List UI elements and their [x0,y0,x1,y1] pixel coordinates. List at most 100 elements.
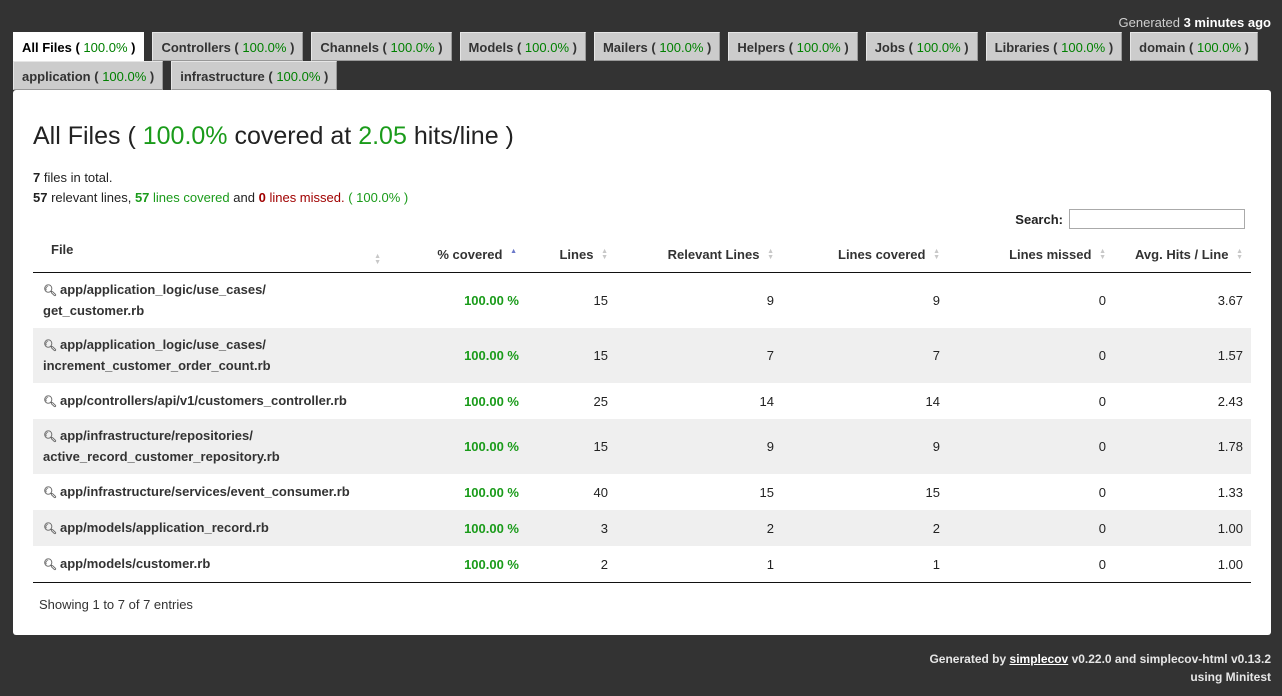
file-link[interactable]: 🔍︎ app/infrastructure/repositories/active… [43,428,280,464]
lines-covered-cell: 7 [932,348,940,363]
file-link[interactable]: 🔍︎ app/infrastructure/services/event_cons… [43,484,350,499]
footer-generated-by: Generated by [929,652,1007,666]
tab-pct: 100.0% [1196,40,1242,55]
avg-hits-cell: 3.67 [1217,293,1243,308]
file-name: increment_customer_order_count.rb [43,358,271,373]
sort-icon: ▲ ▼ [601,248,608,262]
table-body: 🔍︎ app/application_logic/use_cases/get_cu… [33,272,1251,583]
file-cell: 🔍︎ app/models/customer.rb [33,546,389,583]
tab-label: Libraries [994,40,1050,55]
generated-when: 3 minutes ago [1183,15,1271,30]
tab-mailers[interactable]: Mailers ( 100.0% ) [593,32,721,61]
col-relevant-label: Relevant Lines [667,246,760,262]
avg-hits-cell: 1.00 [1217,556,1243,572]
tab-channels[interactable]: Channels ( 100.0% ) [311,32,452,61]
tab-infrastructure[interactable]: infrastructure ( 100.0% ) [171,61,338,90]
relevant-cell: 7 [766,348,774,363]
file-path: app/models/customer.rb [60,555,211,571]
magnifier-icon: 🔍︎ [43,395,57,408]
col-header-relevant[interactable]: Relevant Lines ▲ ▼ [616,236,782,273]
tab-label: Models [468,40,514,55]
main-panel: All Files ( 100.0% covered at 2.05 hits/… [13,90,1271,635]
tab-jobs[interactable]: Jobs ( 100.0% ) [865,32,978,61]
lines-cell: 15 [593,293,608,308]
lines-cell: 15 [593,348,608,363]
table-row: 🔍︎ app/application_logic/use_cases/get_cu… [33,272,1251,329]
lines-covered-cell: 15 [925,484,940,500]
tab-pct: 100.0% [242,40,287,55]
tab-helpers[interactable]: Helpers ( 100.0% ) [728,32,858,61]
col-header-missed[interactable]: Lines missed ▲ ▼ [948,236,1114,273]
file-path: app/models/application_record.rb [60,519,269,535]
file-path: app/infrastructure/repositories/ [60,428,253,443]
group-tabs: All Files ( 100.0% ) Controllers ( 100.0%… [13,32,1263,90]
page-title: All Files ( 100.0% covered at 2.05 hits/… [33,122,514,151]
missed-cell: 0 [1098,556,1106,572]
file-link[interactable]: 🔍︎ app/models/customer.rb [43,556,210,571]
files-text: files in total. [43,170,113,185]
file-link[interactable]: 🔍︎ app/application_logic/use_cases/increm… [43,337,271,373]
missed-cell: 0 [1098,520,1106,536]
footer-versions: v0.22.0 and simplecov-html v0.13.2 [1071,652,1271,666]
tab-row-2: application ( 100.0% ) infrastructure ( 1… [13,61,1263,90]
tab-label: Controllers [161,40,231,55]
footer-using: using Minitest [1190,670,1271,684]
title-hits: 2.05 [358,122,407,150]
tab-controllers[interactable]: Controllers ( 100.0% ) [152,32,304,61]
tab-label: Helpers [737,40,786,55]
relevant-cell: 1 [766,556,774,572]
file-link[interactable]: 🔍︎ app/application_logic/use_cases/get_cu… [43,282,266,318]
file-cell: 🔍︎ app/application_logic/use_cases/get_cu… [33,273,389,329]
col-header-covered[interactable]: % covered ▲ ▼ [389,236,525,273]
col-header-file[interactable]: File ▲ ▼ [33,236,389,273]
simplecov-link[interactable]: simplecov [1010,652,1069,666]
relevant-lines-count: 57 [33,190,48,205]
footer: Generated by simplecov v0.22.0 and simpl… [929,650,1271,686]
col-covered-label: % covered [437,246,503,262]
tab-pct: 100.0% [796,40,841,55]
tab-application[interactable]: application ( 100.0% ) [13,61,164,90]
magnifier-icon: 🔍︎ [43,522,57,535]
relevant-cell: 9 [766,439,774,454]
file-link[interactable]: 🔍︎ app/controllers/api/v1/customers_contr… [43,393,347,408]
sort-icon: ▲ ▼ [1099,248,1106,262]
file-cell: 🔍︎ app/infrastructure/services/event_cons… [33,474,389,510]
table-row: 🔍︎ app/application_logic/use_cases/increm… [33,328,1251,383]
tab-models[interactable]: Models ( 100.0% ) [459,32,586,61]
col-header-lines-covered[interactable]: Lines covered ▲ ▼ [782,236,948,273]
magnifier-icon: 🔍︎ [43,340,57,352]
tab-label: domain [1139,40,1186,55]
search-input[interactable] [1069,209,1245,229]
sort-icon: ▲ ▼ [1236,248,1243,262]
magnifier-icon: 🔍︎ [43,558,57,571]
missed-cell: 0 [1098,393,1106,409]
lines-covered-cell: 2 [932,520,940,536]
lines-cell: 2 [600,556,608,572]
table-header-row: File ▲ ▼ % covered ▲ ▼ Lines ▲ ▼ Relevant L… [33,236,1251,273]
col-header-avg-hits[interactable]: Avg. Hits / Line ▲ ▼ [1114,236,1251,273]
lines-covered-cell: 9 [932,439,940,454]
file-path: app/infrastructure/services/event_consum… [60,483,350,499]
tab-pct: 100.0% [390,40,435,55]
missed-cell: 0 [1098,439,1106,454]
lines-covered-cell: 9 [932,293,940,308]
col-missed-label: Lines missed [1009,246,1092,262]
magnifier-icon: 🔍︎ [43,431,57,443]
col-header-lines[interactable]: Lines ▲ ▼ [525,236,616,273]
tab-libraries[interactable]: Libraries ( 100.0% ) [985,32,1123,61]
and-text: and [233,190,255,205]
tab-all-files[interactable]: All Files ( 100.0% ) [13,32,145,61]
file-path: app/application_logic/use_cases/ [60,282,266,297]
file-link[interactable]: 🔍︎ app/models/application_record.rb [43,520,269,535]
sort-asc-icon: ▲ ▼ [510,248,517,262]
file-path: app/application_logic/use_cases/ [60,337,266,352]
entries-info: Showing 1 to 7 of 7 entries [39,597,193,612]
covered-lines-count: 57 [134,190,150,205]
tab-domain[interactable]: domain ( 100.0% ) [1130,32,1259,61]
table-row: 🔍︎ app/models/application_record.rb 100.00… [33,510,1251,546]
tab-label: infrastructure [180,69,265,84]
summary-pct: ( 100.0% ) [348,190,409,205]
file-cell: 🔍︎ app/application_logic/use_cases/increm… [33,328,389,383]
tab-pct: 100.0% [524,40,569,55]
magnifier-icon: 🔍︎ [43,285,57,297]
